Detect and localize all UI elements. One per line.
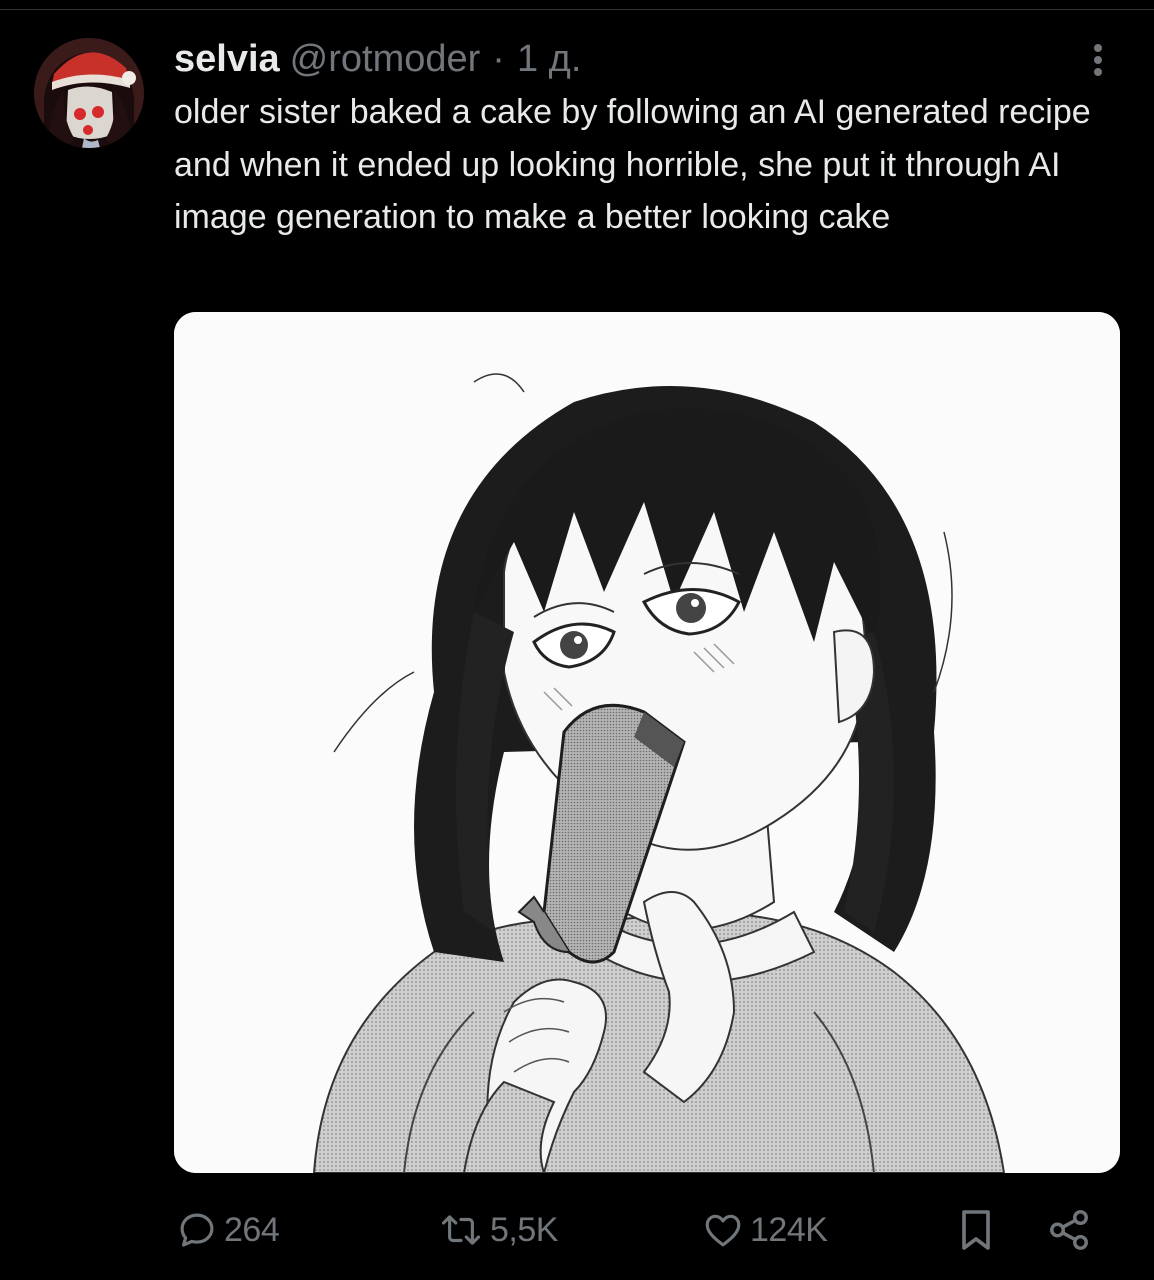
retweet-button[interactable]: 5,5K bbox=[438, 1200, 558, 1260]
tweet-header: selvia @rotmoder · 1 д. bbox=[174, 34, 581, 84]
avatar-image bbox=[34, 38, 144, 148]
more-options-button[interactable] bbox=[1080, 40, 1116, 80]
share-button[interactable] bbox=[1046, 1200, 1092, 1260]
avatar[interactable] bbox=[34, 38, 144, 148]
reply-count: 264 bbox=[224, 1210, 280, 1249]
like-button[interactable]: 124K bbox=[702, 1200, 828, 1260]
tweet: selvia @rotmoder · 1 д. older sister bak… bbox=[0, 0, 1154, 1280]
timestamp[interactable]: 1 д. bbox=[517, 34, 581, 84]
speech-bubble-icon bbox=[180, 1213, 214, 1247]
retweet-count: 5,5K bbox=[490, 1210, 558, 1249]
bookmark-button[interactable] bbox=[956, 1200, 996, 1260]
like-count: 124K bbox=[750, 1210, 828, 1249]
share-nodes-icon bbox=[1050, 1210, 1088, 1250]
author-display-name[interactable]: selvia bbox=[174, 34, 280, 84]
reply-button[interactable]: 264 bbox=[176, 1200, 280, 1260]
tweet-actions: 264 5,5K 124K bbox=[0, 1200, 1154, 1260]
retweet-arrows-icon bbox=[441, 1215, 481, 1245]
heart-icon bbox=[705, 1214, 741, 1247]
vertical-dots-icon bbox=[1094, 44, 1102, 52]
tweet-text: older sister baked a cake by following a… bbox=[174, 93, 1091, 236]
author-handle[interactable]: @rotmoder bbox=[290, 34, 481, 84]
manga-illustration-image bbox=[174, 312, 1120, 1173]
bookmark-icon bbox=[962, 1210, 990, 1250]
separator-dot: · bbox=[492, 38, 505, 80]
tweet-media-image[interactable] bbox=[174, 312, 1120, 1173]
